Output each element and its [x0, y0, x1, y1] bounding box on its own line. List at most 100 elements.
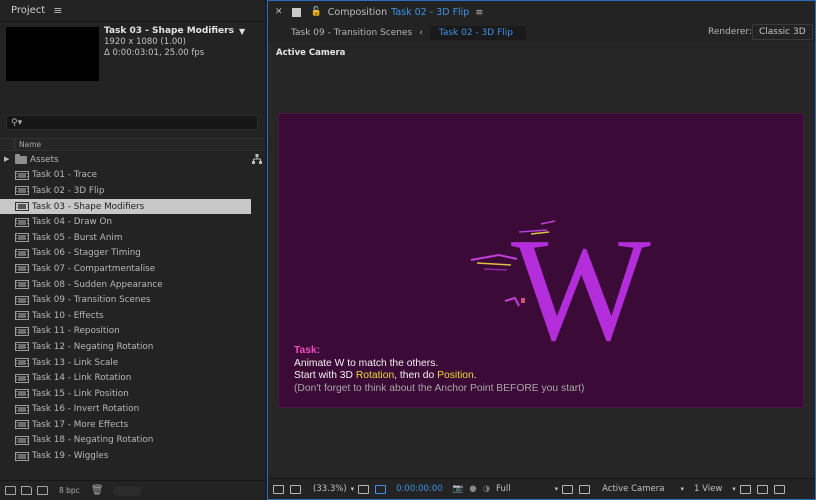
composition-icon — [15, 280, 29, 290]
composition-icon — [15, 264, 29, 274]
breadcrumb-prev-comp[interactable]: Task 09 - Transition Scenes — [291, 28, 412, 38]
folder-item[interactable]: ▶ Assets — [0, 152, 251, 168]
project-search-input[interactable]: ⚲▾ — [6, 115, 258, 130]
list-item-label: Task 17 - More Effects — [32, 419, 129, 430]
composition-footer: (33.3%) ▾ 0:00:00:00 📷 ● ◑ Full ▾ Active… — [268, 478, 815, 499]
list-item[interactable]: Task 18 - Negating Rotation — [0, 433, 251, 449]
list-item[interactable]: Task 05 - Burst Anim — [0, 230, 251, 246]
composition-icon — [15, 435, 29, 445]
list-item[interactable]: Task 03 - Shape Modifiers — [0, 198, 251, 215]
list-item[interactable]: Task 16 - Invert Rotation — [0, 402, 251, 418]
composition-icon — [15, 404, 29, 414]
timeline-icon[interactable] — [773, 484, 785, 494]
list-item[interactable]: Task 15 - Link Position — [0, 386, 251, 402]
project-panel: Project ≡ Task 03 - Shape Modifiers ▼ 19… — [0, 0, 265, 500]
list-item[interactable]: Task 02 - 3D Flip — [0, 183, 251, 199]
transparency-grid-icon[interactable] — [579, 484, 591, 494]
composition-icon — [15, 248, 29, 258]
toggle-pixel-aspect-icon[interactable] — [739, 484, 751, 494]
chevron-down-icon[interactable]: ▾ — [732, 485, 736, 493]
breadcrumb-current-comp[interactable]: Task 02 - 3D Flip — [429, 25, 526, 40]
project-item-list: ▶ Assets Task 01 - Trace Task 02 - 3D Flip T… — [0, 152, 251, 464]
list-item[interactable]: Task 19 - Wiggles — [0, 448, 251, 464]
chevron-down-icon[interactable]: ▾ — [351, 485, 355, 493]
mask-visibility-icon[interactable] — [375, 484, 387, 494]
composition-name[interactable]: Task 02 - 3D Flip — [391, 7, 469, 18]
comp-canvas[interactable]: W Task: Animate W to match the others. S… — [278, 113, 804, 408]
list-item[interactable]: Task 01 - Trace — [0, 168, 251, 184]
list-item[interactable]: Task 09 - Transition Scenes — [0, 292, 251, 308]
list-item[interactable]: Task 12 - Negating Rotation — [0, 339, 251, 355]
list-item[interactable]: Task 11 - Reposition — [0, 324, 251, 340]
camera-snapshot-icon[interactable]: 📷 — [453, 484, 464, 494]
always-preview-icon[interactable] — [273, 484, 284, 494]
comp-info-name: Task 03 - Shape Modifiers — [104, 26, 234, 36]
grid-icon[interactable] — [358, 484, 370, 494]
fast-previews-icon[interactable] — [756, 484, 768, 494]
bit-depth-label[interactable]: 8 bpc — [59, 486, 80, 495]
chevron-down-icon[interactable]: ▾ — [680, 485, 684, 493]
interpret-footage-icon[interactable] — [5, 486, 16, 495]
column-header: Name — [0, 138, 265, 151]
composition-viewer[interactable]: Active Camera W Task: Animate W to match… — [268, 42, 815, 478]
region-of-interest-icon[interactable] — [562, 484, 574, 494]
timecode-display[interactable]: 0:00:00:00 — [396, 484, 442, 494]
project-panel-title[interactable]: Project — [11, 5, 45, 16]
list-item-label: Task 10 - Effects — [32, 310, 104, 321]
composition-panel-header: ✕ 🔓 Composition Task 02 - 3D Flip ≡ — [268, 1, 815, 23]
renderer-button[interactable]: Classic 3D — [752, 24, 813, 40]
list-item-label: Task 04 - Draw On — [32, 217, 113, 228]
column-header-name[interactable]: Name — [19, 140, 41, 149]
list-item[interactable]: Task 17 - More Effects — [0, 417, 251, 433]
panel-menu-icon[interactable]: ≡ — [53, 4, 62, 17]
list-item[interactable]: Task 10 - Effects — [0, 308, 251, 324]
view-label: Active Camera — [276, 48, 346, 58]
project-footer: 8 bpc 🗑 — [0, 480, 265, 500]
composition-icon — [15, 389, 29, 399]
color-channel-icon[interactable]: ● — [469, 484, 476, 494]
list-item-label: Task 18 - Negating Rotation — [32, 435, 154, 446]
list-item-label: Task 01 - Trace — [32, 170, 98, 181]
composition-icon — [15, 295, 29, 305]
monitor-icon[interactable] — [290, 484, 301, 494]
panel-menu-icon[interactable]: ≡ — [475, 7, 483, 18]
task-title: Task: — [294, 345, 321, 356]
composition-icon — [15, 373, 29, 383]
magnification-dropdown[interactable]: (33.3%) — [313, 484, 347, 494]
trash-icon[interactable]: 🗑 — [91, 485, 104, 496]
task-line-1: Animate W to match the others. — [294, 357, 439, 369]
new-composition-icon[interactable] — [37, 486, 48, 495]
task-instructions: Task: Animate W to match the others. Sta… — [294, 345, 584, 395]
list-item-label: Task 13 - Link Scale — [32, 357, 119, 368]
list-item[interactable]: Task 04 - Draw On — [0, 214, 251, 230]
list-item[interactable]: Task 13 - Link Scale — [0, 355, 251, 371]
3d-view-dropdown[interactable]: Active Camera — [602, 484, 664, 494]
list-item[interactable]: Task 08 - Sudden Appearance — [0, 277, 251, 293]
close-icon[interactable]: ✕ — [275, 7, 283, 17]
lock-icon[interactable]: 🔓 — [311, 7, 322, 17]
list-item-label: Task 12 - Negating Rotation — [32, 341, 154, 352]
flowchart-icon[interactable] — [252, 154, 262, 165]
list-item[interactable]: Task 06 - Stagger Timing — [0, 246, 251, 262]
list-item[interactable]: Task 14 - Link Rotation — [0, 370, 251, 386]
list-item[interactable]: Task 07 - Compartmentalise — [0, 261, 251, 277]
composition-icon — [15, 420, 29, 430]
chevron-down-icon[interactable]: ▾ — [555, 485, 559, 493]
composition-icon — [15, 170, 29, 180]
comp-thumbnail — [6, 27, 99, 81]
folder-icon — [15, 153, 27, 164]
panel-square-icon[interactable] — [291, 7, 301, 17]
composition-panel: ✕ 🔓 Composition Task 02 - 3D Flip ≡ Task… — [267, 0, 816, 500]
thumbnail-size-slider[interactable] — [112, 485, 141, 496]
expand-arrow-icon[interactable]: ▶ — [4, 155, 9, 163]
task-line-3: (Don't forget to think about the Anchor … — [294, 382, 585, 394]
resolution-dropdown[interactable]: Full — [496, 484, 511, 494]
new-folder-icon[interactable] — [21, 486, 32, 495]
caret-down-icon[interactable]: ▼ — [239, 26, 245, 37]
composition-icon — [15, 326, 29, 336]
comp-navigator: Task 09 - Transition Scenes ‹ Task 02 - … — [268, 23, 815, 42]
show-snapshot-icon[interactable]: ◑ — [483, 484, 490, 494]
composition-icon — [15, 217, 29, 227]
chevron-left-icon: ‹ — [419, 27, 423, 38]
view-layout-dropdown[interactable]: 1 View — [694, 484, 722, 494]
